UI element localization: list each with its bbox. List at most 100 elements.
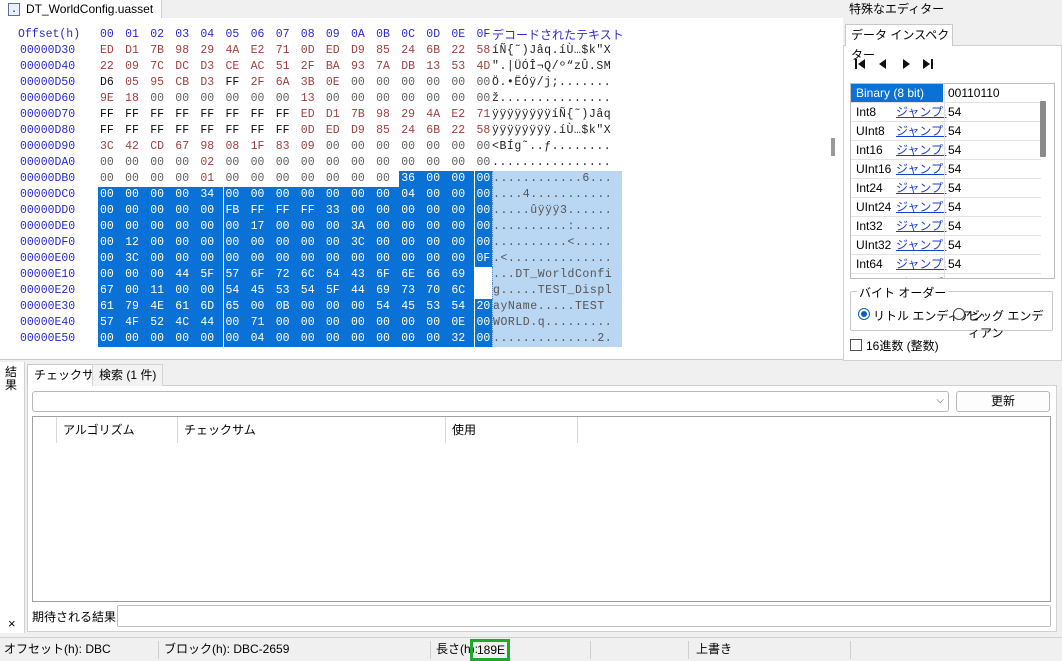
inspector-scrollbar[interactable] xyxy=(1040,101,1046,157)
hex-byte[interactable]: 00 xyxy=(449,139,474,155)
hex-byte[interactable]: FF xyxy=(249,107,274,123)
hex-byte[interactable]: 00 xyxy=(173,219,199,235)
jump-link[interactable]: ジャンプ: xyxy=(896,179,946,197)
inspector-row[interactable]: UInt16 ジャンプ: 54 xyxy=(851,160,1041,179)
hex-byte[interactable]: 6F xyxy=(374,267,400,283)
hex-byte[interactable]: ED xyxy=(324,43,349,59)
hex-byte[interactable]: 5F xyxy=(198,267,224,283)
hex-byte[interactable]: 00 xyxy=(424,75,449,91)
inspector-value[interactable]: 54 xyxy=(944,179,1041,197)
hex-byte[interactable]: 9E xyxy=(98,91,123,107)
hex-byte[interactable]: 00 xyxy=(123,187,149,203)
hex-byte[interactable]: 42 xyxy=(123,139,148,155)
hex-byte[interactable]: 6E xyxy=(399,267,425,283)
hex-byte[interactable]: FF xyxy=(173,123,198,139)
next-icon[interactable] xyxy=(899,57,913,71)
hex-byte[interactable]: 3C xyxy=(123,251,149,267)
hex-byte[interactable]: 00 xyxy=(449,155,474,171)
hex-byte[interactable]: 67 xyxy=(173,139,198,155)
inspector-value[interactable]: 54 xyxy=(944,198,1041,216)
jump-link[interactable]: ジャンプ: xyxy=(896,122,946,140)
hex-byte[interactable]: 00 xyxy=(349,155,374,171)
hex-byte[interactable]: 00 xyxy=(198,91,223,107)
hex-byte[interactable]: 72 xyxy=(273,267,299,283)
hex-byte[interactable]: FF xyxy=(249,123,274,139)
decoded-text[interactable]: ..............2. xyxy=(492,331,622,347)
hex-byte[interactable]: 00 xyxy=(449,203,475,219)
hex-byte[interactable]: 00 xyxy=(123,283,149,299)
hex-byte[interactable]: 01 xyxy=(198,171,223,187)
hex-byte[interactable]: D1 xyxy=(123,43,148,59)
hex-byte[interactable]: CD xyxy=(148,139,173,155)
hex-byte[interactable]: 00 xyxy=(198,251,224,267)
hex-byte[interactable]: 00 xyxy=(173,155,198,171)
hex-byte[interactable]: 00 xyxy=(298,219,324,235)
hex-byte[interactable]: 33 xyxy=(323,203,349,219)
hex-byte[interactable]: 00 xyxy=(273,331,299,347)
hex-byte[interactable]: 00 xyxy=(98,171,123,187)
hex-byte[interactable]: 00 xyxy=(173,235,199,251)
hex-byte[interactable]: 02 xyxy=(198,155,223,171)
hex-byte[interactable]: 98 xyxy=(173,43,198,59)
hex-byte[interactable]: 00 xyxy=(424,315,450,331)
inspector-value[interactable]: 54 xyxy=(944,255,1041,273)
hex-byte[interactable]: 6C xyxy=(449,283,475,299)
hex-byte[interactable]: FF xyxy=(198,123,223,139)
hex-byte[interactable]: 00 xyxy=(123,155,148,171)
hex-byte[interactable]: 00 xyxy=(148,251,174,267)
hex-row[interactable]: 00000DC0 00 00 00 00 34 00 00 00 00 00 00 00 04 00 00 00… xyxy=(0,187,820,203)
hex-byte[interactable]: 00 xyxy=(374,315,400,331)
hex-byte[interactable]: 73 xyxy=(399,283,425,299)
inspector-row[interactable]: UInt24 ジャンプ: 54 xyxy=(851,198,1041,217)
decoded-text[interactable]: ................ xyxy=(492,155,622,171)
column-checksum[interactable]: チェックサム xyxy=(178,417,446,443)
decoded-text[interactable]: ..........:..... xyxy=(492,219,622,235)
hex-byte[interactable]: 67 xyxy=(98,283,123,299)
hex-byte[interactable]: 85 xyxy=(374,43,399,59)
hex-byte[interactable]: 4A xyxy=(424,107,449,123)
hex-byte[interactable]: 3B xyxy=(299,75,324,91)
prev-icon[interactable] xyxy=(876,57,890,71)
hex-byte[interactable]: 54 xyxy=(298,283,324,299)
hex-byte[interactable]: 00 xyxy=(223,219,249,235)
inspector-value[interactable]: 54 xyxy=(944,141,1041,159)
inspector-row[interactable]: UInt32 ジャンプ: 54 xyxy=(851,236,1041,255)
hex-byte[interactable]: AC xyxy=(249,59,274,75)
hex-byte[interactable]: 11 xyxy=(148,283,174,299)
hex-byte[interactable]: 65 xyxy=(223,299,249,315)
hex-byte[interactable]: FF xyxy=(298,203,324,219)
hex-byte[interactable]: 0E xyxy=(449,315,475,331)
hex-byte[interactable]: 00 xyxy=(198,235,224,251)
hex-row[interactable]: 00000DE0 00 00 00 00 00 00 17 00 00 00 3A 00 00 00 00 00… xyxy=(0,219,820,235)
hex-byte[interactable]: FF xyxy=(224,123,249,139)
hex-byte[interactable]: 00 xyxy=(374,171,399,187)
hex-byte[interactable]: FF xyxy=(123,107,148,123)
hex-byte[interactable]: FF xyxy=(148,123,173,139)
hex-byte[interactable]: 00 xyxy=(349,331,374,347)
hex-byte[interactable]: 4A xyxy=(224,43,249,59)
decoded-text[interactable]: <BÍg˜..ƒ........ xyxy=(492,139,622,155)
hex-byte[interactable]: 44 xyxy=(198,315,224,331)
hex-byte[interactable]: 00 xyxy=(223,331,249,347)
hex-byte[interactable]: 17 xyxy=(248,219,274,235)
hex-byte[interactable]: 00 xyxy=(98,251,123,267)
hex-byte[interactable]: 00 xyxy=(449,75,474,91)
hex-byte[interactable]: 00 xyxy=(98,219,123,235)
hex-byte[interactable]: 45 xyxy=(399,299,425,315)
hex-byte[interactable]: 00 xyxy=(349,91,374,107)
hex-byte[interactable]: 00 xyxy=(173,331,199,347)
inspector-row[interactable]: Int64 ジャンプ: 54 xyxy=(851,255,1041,274)
column-algorithm[interactable]: アルゴリズム xyxy=(57,417,178,443)
hex-byte[interactable]: 00 xyxy=(223,315,249,331)
hex-byte[interactable]: 00 xyxy=(424,203,450,219)
hex-row[interactable]: 00000DB0 00 00 00 00 01 00 00 00 00 00 00 00 36 00 00 00… xyxy=(0,171,820,187)
hex-byte[interactable]: 00 xyxy=(299,171,324,187)
decoded-text[interactable]: WORLD.q......... xyxy=(492,315,622,331)
hex-byte[interactable]: FF xyxy=(273,203,299,219)
hex-byte[interactable]: 34 xyxy=(198,187,224,203)
hex-row[interactable]: 00000D80 FF FF FF FF FF FF FF FF 0D ED D9 85 24 6B 22 58… xyxy=(0,123,820,139)
hex-byte[interactable]: 22 xyxy=(449,43,474,59)
hex-byte[interactable]: 00 xyxy=(449,251,475,267)
hex-byte[interactable]: FF xyxy=(198,107,223,123)
first-icon[interactable] xyxy=(853,57,867,71)
